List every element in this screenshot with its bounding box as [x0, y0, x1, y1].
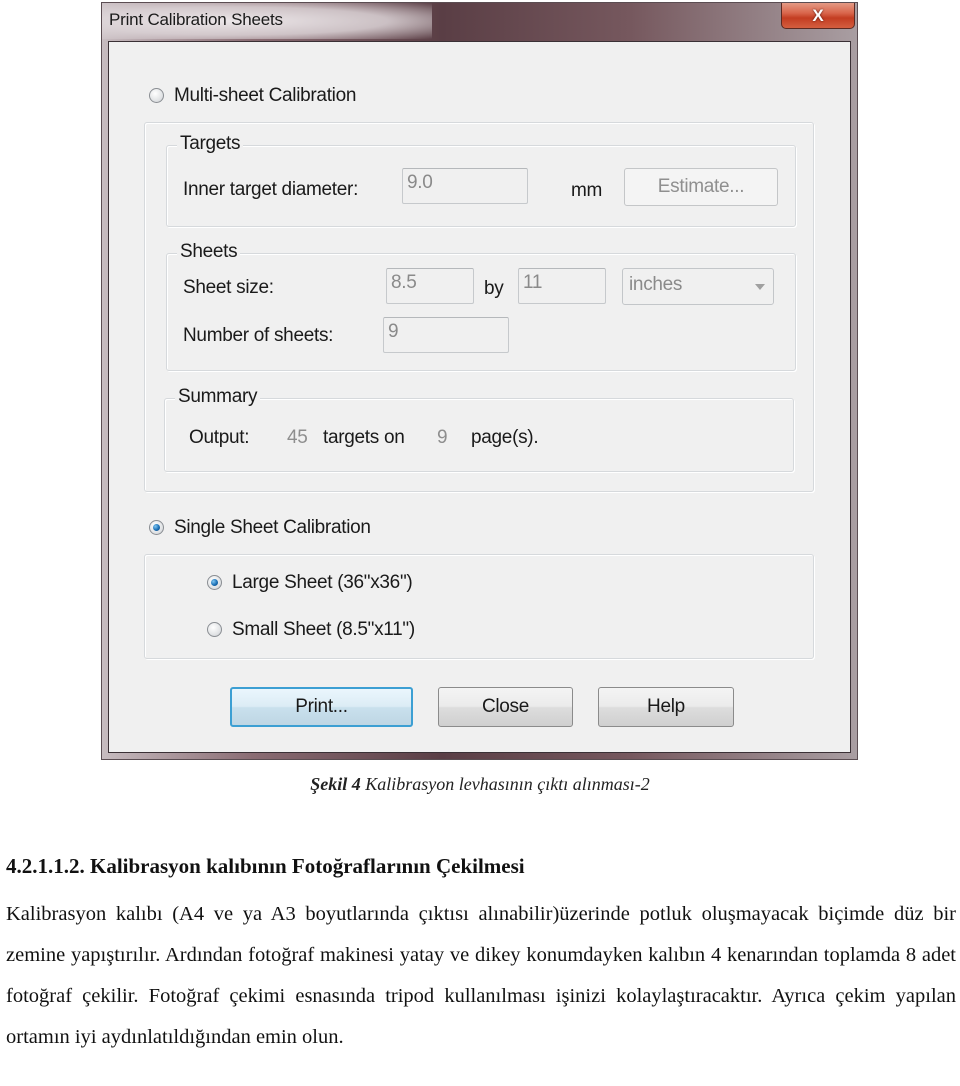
- sheets-group: Sheets Sheet size: 8.5 by 11 inches Numb…: [166, 241, 796, 371]
- window-close-button[interactable]: X: [781, 3, 855, 29]
- close-button[interactable]: Close: [438, 687, 573, 727]
- dialog-client-area: Multi-sheet Calibration Targets Inner ta…: [108, 41, 851, 753]
- summary-group: Summary Output: 45 targets on 9 page(s).: [164, 386, 794, 472]
- print-calibration-dialog: Print Calibration Sheets X Multi-sheet C…: [101, 2, 858, 760]
- caption-text: Kalibrasyon levhasının çıktı alınması-2: [360, 774, 650, 794]
- output-label: Output:: [189, 427, 250, 448]
- summary-group-label: Summary: [175, 386, 261, 408]
- pages-label: page(s).: [471, 427, 539, 448]
- sheet-unit-select[interactable]: inches: [622, 268, 774, 305]
- targets-group-label: Targets: [177, 133, 244, 155]
- single-sheet-label[interactable]: Single Sheet Calibration: [174, 517, 371, 539]
- diameter-unit-label: mm: [571, 180, 603, 201]
- chevron-down-icon: [755, 284, 765, 290]
- large-sheet-radio[interactable]: [207, 575, 222, 590]
- by-label: by: [484, 278, 504, 299]
- multi-sheet-panel: Targets Inner target diameter: 9.0 mm Es…: [144, 122, 814, 492]
- pages-count: 9: [437, 427, 448, 448]
- large-sheet-label[interactable]: Large Sheet (36"x36"): [232, 572, 413, 594]
- title-bar[interactable]: Print Calibration Sheets X: [102, 3, 857, 41]
- help-button[interactable]: Help: [598, 687, 734, 727]
- inner-diameter-label: Inner target diameter:: [183, 179, 359, 200]
- small-sheet-radio[interactable]: [207, 622, 222, 637]
- sheet-unit-value: inches: [629, 274, 683, 295]
- targets-on-label: targets on: [323, 427, 405, 448]
- sheet-size-label: Sheet size:: [183, 277, 274, 298]
- figure-caption: Şekil 4 Kalibrasyon levhasının çıktı alı…: [0, 774, 960, 795]
- section-heading: 4.2.1.1.2. Kalibrasyon kalıbının Fotoğra…: [6, 854, 525, 878]
- sheet-height-input[interactable]: 11: [518, 268, 606, 304]
- single-sheet-radio[interactable]: [149, 520, 164, 535]
- caption-label: Şekil 4: [310, 774, 361, 794]
- sheets-group-label: Sheets: [177, 241, 241, 263]
- window-title: Print Calibration Sheets: [109, 10, 283, 29]
- multi-sheet-radio[interactable]: [149, 88, 164, 103]
- body-paragraph: Kalibrasyon kalıbı (A4 ve ya A3 boyutlar…: [6, 903, 956, 1048]
- inner-diameter-input[interactable]: 9.0: [402, 168, 528, 204]
- print-button[interactable]: Print...: [230, 687, 413, 727]
- targets-count: 45: [287, 427, 308, 448]
- close-icon: X: [812, 6, 824, 25]
- targets-group: Targets Inner target diameter: 9.0 mm Es…: [166, 133, 796, 227]
- number-of-sheets-input[interactable]: 9: [383, 317, 509, 353]
- sheet-width-input[interactable]: 8.5: [386, 268, 474, 304]
- number-of-sheets-label: Number of sheets:: [183, 325, 334, 346]
- single-sheet-panel: Large Sheet (36"x36") Small Sheet (8.5"x…: [144, 554, 814, 659]
- multi-sheet-label[interactable]: Multi-sheet Calibration: [174, 85, 356, 107]
- small-sheet-label[interactable]: Small Sheet (8.5"x11"): [232, 619, 415, 641]
- estimate-button[interactable]: Estimate...: [624, 168, 778, 206]
